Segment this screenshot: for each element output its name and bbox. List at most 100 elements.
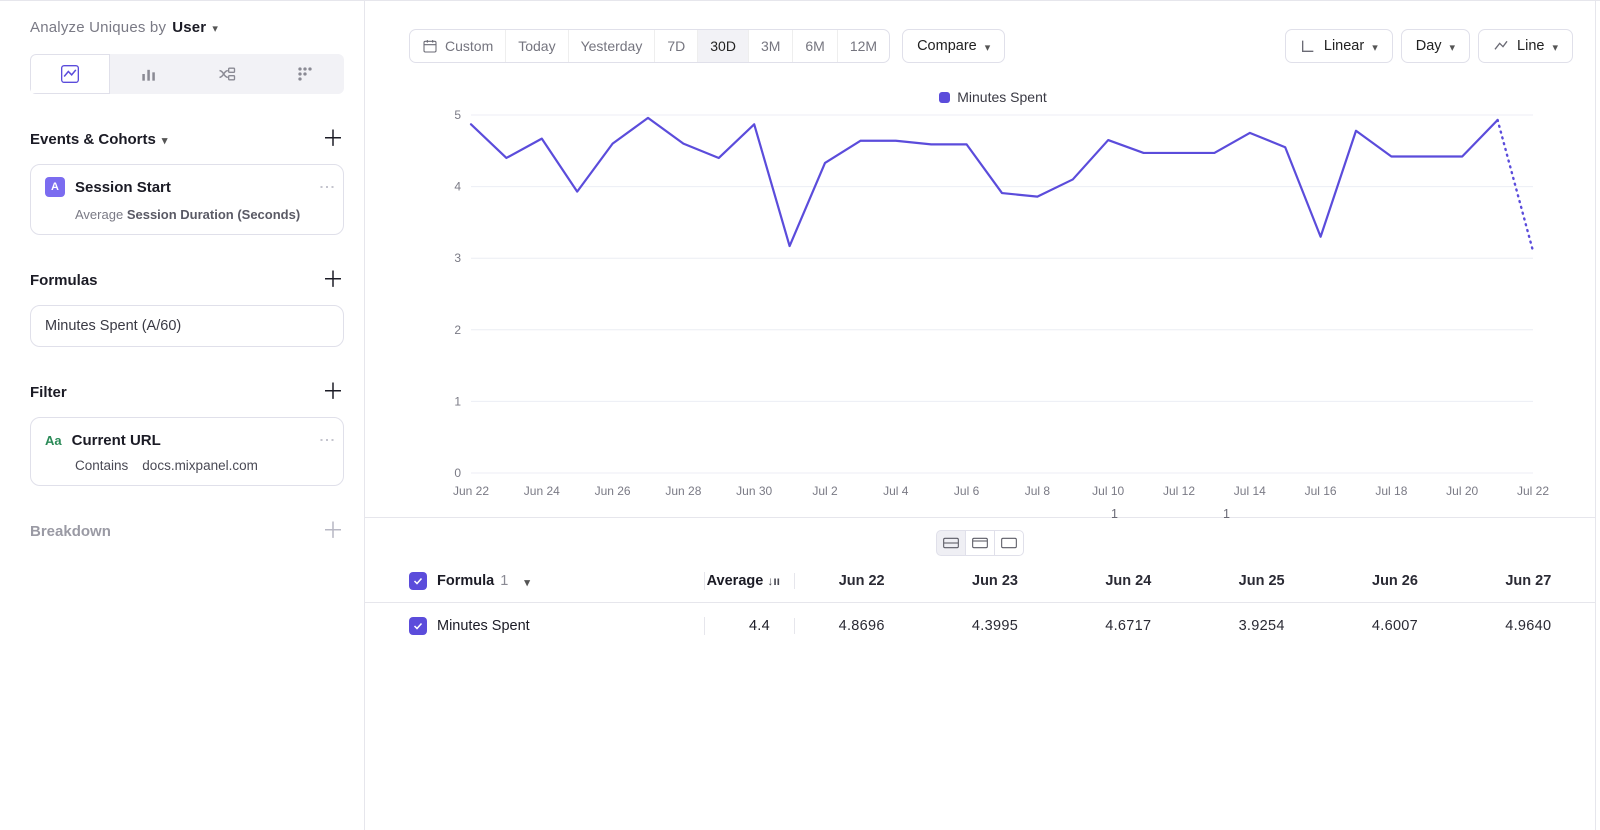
legend-swatch bbox=[939, 92, 950, 103]
query-type-tabs bbox=[30, 54, 344, 94]
breakdown-section-head: Breakdown ＋ bbox=[30, 520, 344, 542]
svg-text:4: 4 bbox=[454, 180, 461, 194]
tab-flow[interactable] bbox=[188, 54, 266, 94]
analyze-value: User bbox=[172, 19, 206, 36]
range-7d[interactable]: 7D bbox=[655, 30, 698, 62]
chart-legend[interactable]: Minutes Spent bbox=[413, 89, 1573, 105]
range-today[interactable]: Today bbox=[506, 30, 568, 62]
svg-text:Jul 14: Jul 14 bbox=[1234, 484, 1266, 498]
range-yesterday[interactable]: Yesterday bbox=[569, 30, 656, 62]
svg-text:0: 0 bbox=[454, 466, 461, 480]
filter-card[interactable]: Aa Current URL ⋮ Contains docs.mixpanel.… bbox=[30, 417, 344, 486]
tab-bar[interactable] bbox=[110, 54, 188, 94]
row-checkbox[interactable] bbox=[409, 617, 427, 635]
more-icon[interactable]: ⋮ bbox=[323, 432, 329, 448]
chart-annotation[interactable]: 1 bbox=[1223, 507, 1230, 521]
svg-text:Jul 4: Jul 4 bbox=[883, 484, 909, 498]
table-view-switcher bbox=[365, 518, 1595, 564]
svg-text:Jun 28: Jun 28 bbox=[665, 484, 701, 498]
date-header[interactable]: Jun 24 bbox=[1062, 573, 1195, 589]
svg-text:Jul 16: Jul 16 bbox=[1305, 484, 1337, 498]
add-filter-button[interactable]: ＋ bbox=[322, 381, 344, 403]
row-name: Minutes Spent bbox=[437, 618, 530, 634]
date-header[interactable]: Jun 26 bbox=[1328, 573, 1461, 589]
chart-type-selector[interactable]: Line ▾ bbox=[1478, 29, 1573, 63]
compare-button[interactable]: Compare ▾ bbox=[902, 29, 1005, 63]
chevron-down-icon: ▾ bbox=[1372, 41, 1378, 54]
add-formula-button[interactable]: ＋ bbox=[322, 269, 344, 291]
add-event-button[interactable]: ＋ bbox=[322, 128, 344, 150]
date-header[interactable]: Jun 25 bbox=[1195, 573, 1328, 589]
row-average: 4.4 bbox=[705, 618, 795, 634]
chevron-down-icon: ▾ bbox=[162, 134, 168, 147]
row-cell: 4.3995 bbox=[928, 618, 1061, 634]
average-header[interactable]: Average ↓ıı bbox=[705, 573, 795, 589]
layout-split-button[interactable] bbox=[936, 530, 966, 556]
sort-icon: ↓ıı bbox=[767, 574, 780, 588]
svg-text:2: 2 bbox=[454, 323, 461, 337]
svg-text:1: 1 bbox=[454, 394, 461, 408]
range-custom[interactable]: Custom bbox=[410, 30, 506, 62]
event-subtitle: Average Session Duration (Seconds) bbox=[45, 207, 329, 222]
calendar-icon bbox=[422, 38, 438, 54]
layout-top-button[interactable] bbox=[965, 530, 995, 556]
events-section-head: Events & Cohorts ▾ ＋ bbox=[30, 128, 344, 150]
analyze-by[interactable]: Analyze Uniques by User ▾ bbox=[30, 19, 344, 36]
chart-annotation[interactable]: 1 bbox=[1111, 507, 1118, 521]
range-30d[interactable]: 30D bbox=[698, 30, 749, 62]
data-table: Formula 1▾Average ↓ııJun 22Jun 23Jun 24J… bbox=[365, 564, 1595, 649]
svg-text:Jul 18: Jul 18 bbox=[1375, 484, 1407, 498]
event-badge: A bbox=[45, 177, 65, 197]
date-range-selector: CustomTodayYesterday7D30D3M6M12M bbox=[409, 29, 890, 63]
tab-grid[interactable] bbox=[266, 54, 344, 94]
group-label[interactable]: Formula 1 bbox=[437, 573, 508, 589]
row-cell: 4.9640 bbox=[1462, 618, 1595, 634]
svg-text:Jul 8: Jul 8 bbox=[1025, 484, 1051, 498]
line-chart[interactable]: 012345Jun 22Jun 24Jun 26Jun 28Jun 30Jul … bbox=[413, 109, 1573, 509]
line-icon bbox=[1493, 38, 1509, 54]
date-header[interactable]: Jun 22 bbox=[795, 573, 928, 589]
formulas-label: Formulas bbox=[30, 272, 98, 289]
svg-text:Jul 12: Jul 12 bbox=[1163, 484, 1195, 498]
svg-text:Jul 20: Jul 20 bbox=[1446, 484, 1478, 498]
time-bucket-selector[interactable]: Day ▾ bbox=[1401, 29, 1470, 63]
filter-label: Filter bbox=[30, 384, 67, 401]
chevron-down-icon: ▾ bbox=[985, 41, 991, 54]
date-header[interactable]: Jun 23 bbox=[928, 573, 1061, 589]
layout-full-button[interactable] bbox=[994, 530, 1024, 556]
filter-section-head: Filter ＋ bbox=[30, 381, 344, 403]
add-breakdown-button[interactable]: ＋ bbox=[322, 520, 344, 542]
svg-text:Jul 2: Jul 2 bbox=[812, 484, 838, 498]
more-icon[interactable]: ⋮ bbox=[323, 179, 329, 195]
svg-text:Jul 22: Jul 22 bbox=[1517, 484, 1549, 498]
chevron-down-icon: ▾ bbox=[212, 22, 218, 35]
row-cell: 3.9254 bbox=[1195, 618, 1328, 634]
chevron-down-icon: ▾ bbox=[1450, 41, 1456, 54]
line-chart-icon bbox=[60, 64, 80, 84]
text-property-icon: Aa bbox=[45, 430, 62, 450]
svg-text:Jun 22: Jun 22 bbox=[453, 484, 489, 498]
formulas-section-head: Formulas ＋ bbox=[30, 269, 344, 291]
scale-selector[interactable]: Linear ▾ bbox=[1285, 29, 1393, 63]
events-label[interactable]: Events & Cohorts ▾ bbox=[30, 131, 167, 148]
event-title: Session Start bbox=[75, 179, 313, 196]
range-3m[interactable]: 3M bbox=[749, 30, 793, 62]
formula-card[interactable]: Minutes Spent (A/60) bbox=[30, 305, 344, 347]
select-all-checkbox[interactable] bbox=[409, 572, 427, 590]
event-card[interactable]: A Session Start ⋮ Average Session Durati… bbox=[30, 164, 344, 235]
tab-insights[interactable] bbox=[30, 54, 110, 94]
chevron-down-icon: ▾ bbox=[1552, 41, 1558, 54]
svg-text:Jul 6: Jul 6 bbox=[954, 484, 980, 498]
range-6m[interactable]: 6M bbox=[793, 30, 837, 62]
breakdown-label: Breakdown bbox=[30, 523, 111, 540]
analyze-prefix: Analyze Uniques by bbox=[30, 19, 166, 36]
row-cell: 4.6007 bbox=[1328, 618, 1461, 634]
filter-title: Current URL bbox=[72, 432, 313, 449]
svg-text:5: 5 bbox=[454, 109, 461, 122]
matrix-icon bbox=[295, 64, 315, 84]
row-cell: 4.8696 bbox=[795, 618, 928, 634]
flow-icon bbox=[217, 64, 237, 84]
svg-text:3: 3 bbox=[454, 251, 461, 265]
range-12m[interactable]: 12M bbox=[838, 30, 889, 62]
date-header[interactable]: Jun 27 bbox=[1462, 573, 1595, 589]
